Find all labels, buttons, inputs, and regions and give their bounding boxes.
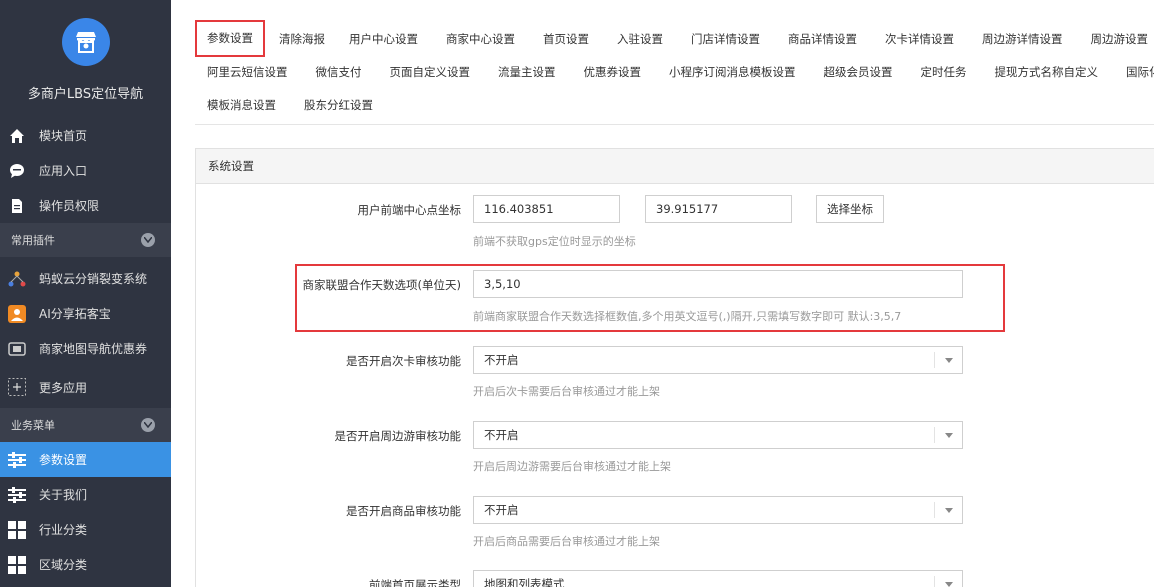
card-audit-select[interactable]: 不开启 <box>473 346 963 374</box>
tab-goods-detail[interactable]: 商品详情设置 <box>788 20 857 53</box>
goods-audit-label: 是否开启商品审核功能 <box>346 504 461 518</box>
tab-row-2: 阿里云短信设置 微信支付 页面自定义设置 流量主设置 优惠券设置 小程序订阅消息… <box>195 53 1154 86</box>
goods-audit-select[interactable]: 不开启 <box>473 496 963 524</box>
sidebar-item-ai-share[interactable]: AI分享拓客宝 <box>0 296 171 331</box>
chat-icon <box>8 162 26 180</box>
sidebar-item-label: 应用入口 <box>39 164 88 178</box>
tab-tour[interactable]: 周边游设置 <box>1091 20 1149 53</box>
chevron-down-icon <box>934 576 962 587</box>
sidebar-item-entry[interactable]: 应用入口 <box>0 153 171 188</box>
network-icon <box>8 270 26 288</box>
tab-card-detail[interactable]: 次卡详情设置 <box>885 20 954 53</box>
tab-store-detail[interactable]: 门店详情设置 <box>691 20 760 53</box>
goods-audit-hint: 开启后商品需要后台审核通过才能上架 <box>473 535 660 548</box>
sliders-icon <box>8 451 26 469</box>
tab-params[interactable]: 参数设置 <box>195 20 265 57</box>
grid-icon <box>8 520 26 539</box>
select-value: 不开启 <box>484 428 519 442</box>
sidebar-item-label: 更多应用 <box>39 380 88 395</box>
chevron-down-icon <box>934 427 962 443</box>
highlight-box <box>295 264 1005 332</box>
tab-clear-poster[interactable]: 清除海报 <box>279 20 325 53</box>
sidebar-item-map-coupon[interactable]: 商家地图导航优惠券 <box>0 331 171 366</box>
tab-subscribe-template[interactable]: 小程序订阅消息模板设置 <box>669 53 796 86</box>
sidebar-item-label: 商家地图导航优惠券 <box>39 342 148 356</box>
tab-row-1: 参数设置 清除海报 用户中心设置 商家中心设置 首页设置 入驻设置 门店详情设置… <box>195 20 1154 57</box>
section-title: 常用插件 <box>11 234 55 247</box>
sidebar-item-params[interactable]: 参数设置 <box>0 442 171 477</box>
coupon-icon <box>8 340 26 358</box>
tab-super-vip[interactable]: 超级会员设置 <box>824 53 893 86</box>
tab-shareholder[interactable]: 股东分红设置 <box>304 86 373 119</box>
tab-user-center[interactable]: 用户中心设置 <box>349 20 418 53</box>
sidebar-item-label: 行业分类 <box>39 523 88 537</box>
ai-icon <box>8 304 26 323</box>
select-value: 不开启 <box>484 353 519 367</box>
sidebar-item-industry[interactable]: 行业分类 <box>0 512 171 547</box>
select-value: 地图和列表模式 <box>484 577 565 587</box>
tab-template-msg[interactable]: 模板消息设置 <box>207 86 276 119</box>
sidebar-item-label: 模块首页 <box>39 129 88 143</box>
longitude-input[interactable]: 116.403851 <box>473 195 620 223</box>
section-business[interactable]: 业务菜单 <box>0 408 171 442</box>
panel-title: 系统设置 <box>196 149 1154 184</box>
document-icon <box>8 197 26 215</box>
tab-traffic[interactable]: 流量主设置 <box>498 53 556 86</box>
sliders-icon <box>8 486 26 504</box>
tour-audit-select[interactable]: 不开启 <box>473 421 963 449</box>
sidebar-item-home[interactable]: 模块首页 <box>0 118 171 153</box>
tab-wechat-pay[interactable]: 微信支付 <box>316 53 362 86</box>
system-settings-panel: 系统设置 用户前端中心点坐标 116.403851 39.915177 选择坐标… <box>195 148 1154 587</box>
sidebar-item-label: 蚂蚁云分销裂变系统 <box>39 272 148 286</box>
display-type-label: 前端首页展示类型 <box>369 578 461 587</box>
store-logo-icon <box>61 18 110 66</box>
sidebar-item-label: 关于我们 <box>39 488 88 502</box>
sidebar-item-label: AI分享拓客宝 <box>39 307 111 321</box>
plus-icon <box>8 378 26 396</box>
section-title: 业务菜单 <box>11 419 55 432</box>
latitude-input[interactable]: 39.915177 <box>645 195 792 223</box>
chevron-down-icon <box>934 352 962 368</box>
center-coord-label: 用户前端中心点坐标 <box>357 203 462 217</box>
tab-aliyun-sms[interactable]: 阿里云短信设置 <box>207 53 288 86</box>
chevron-down-icon <box>141 418 155 432</box>
section-plugins[interactable]: 常用插件 <box>0 223 171 257</box>
sidebar-item-about[interactable]: 关于我们 <box>0 477 171 512</box>
grid-icon <box>8 555 26 574</box>
tab-settle[interactable]: 入驻设置 <box>617 20 663 53</box>
sidebar-item-label: 区域分类 <box>39 558 88 572</box>
sidebar-item-region[interactable]: 区域分类 <box>0 547 171 582</box>
main-content: 参数设置 清除海报 用户中心设置 商家中心设置 首页设置 入驻设置 门店详情设置… <box>171 0 1154 587</box>
card-audit-label: 是否开启次卡审核功能 <box>346 354 461 368</box>
tab-merchant-center[interactable]: 商家中心设置 <box>446 20 515 53</box>
sidebar-item-more-apps[interactable]: 更多应用 <box>0 366 171 408</box>
brand: 多商户LBS定位导航 <box>0 0 171 118</box>
chevron-down-icon <box>141 233 155 247</box>
brand-title: 多商户LBS定位导航 <box>27 87 144 102</box>
sidebar-item-label: 操作员权限 <box>39 199 100 213</box>
select-value: 不开启 <box>484 503 519 517</box>
tab-page-custom[interactable]: 页面自定义设置 <box>390 53 471 86</box>
card-audit-hint: 开启后次卡需要后台审核通过才能上架 <box>473 385 660 398</box>
display-type-select[interactable]: 地图和列表模式 <box>473 570 963 587</box>
sidebar-item-label: 参数设置 <box>39 453 88 467</box>
sidebar-item-ant-cloud[interactable]: 蚂蚁云分销裂变系统 <box>0 261 171 296</box>
sidebar: 多商户LBS定位导航 模块首页 应用入口 操作员权限 常用插件 蚂蚁云分销裂变系… <box>0 0 171 587</box>
home-icon <box>8 127 26 145</box>
center-coord-hint: 前端不获取gps定位时显示的坐标 <box>473 235 636 248</box>
tour-audit-hint: 开启后周边游需要后台审核通过才能上架 <box>473 460 671 473</box>
tab-cron[interactable]: 定时任务 <box>921 53 967 86</box>
tour-audit-label: 是否开启周边游审核功能 <box>334 429 462 443</box>
choose-coord-button[interactable]: 选择坐标 <box>816 195 884 223</box>
sidebar-item-permission[interactable]: 操作员权限 <box>0 188 171 223</box>
tab-tour-detail[interactable]: 周边游详情设置 <box>982 20 1063 53</box>
divider <box>195 124 1154 125</box>
tab-i18n[interactable]: 国际化设置 <box>1126 53 1154 86</box>
tab-home[interactable]: 首页设置 <box>543 20 589 53</box>
tab-withdraw-name[interactable]: 提现方式名称自定义 <box>995 53 1099 86</box>
tab-row-3: 模板消息设置 股东分红设置 <box>195 86 1154 119</box>
tab-coupon[interactable]: 优惠券设置 <box>584 53 642 86</box>
chevron-down-icon <box>934 502 962 518</box>
settings-tabs: 参数设置 清除海报 用户中心设置 商家中心设置 首页设置 入驻设置 门店详情设置… <box>195 20 1154 119</box>
